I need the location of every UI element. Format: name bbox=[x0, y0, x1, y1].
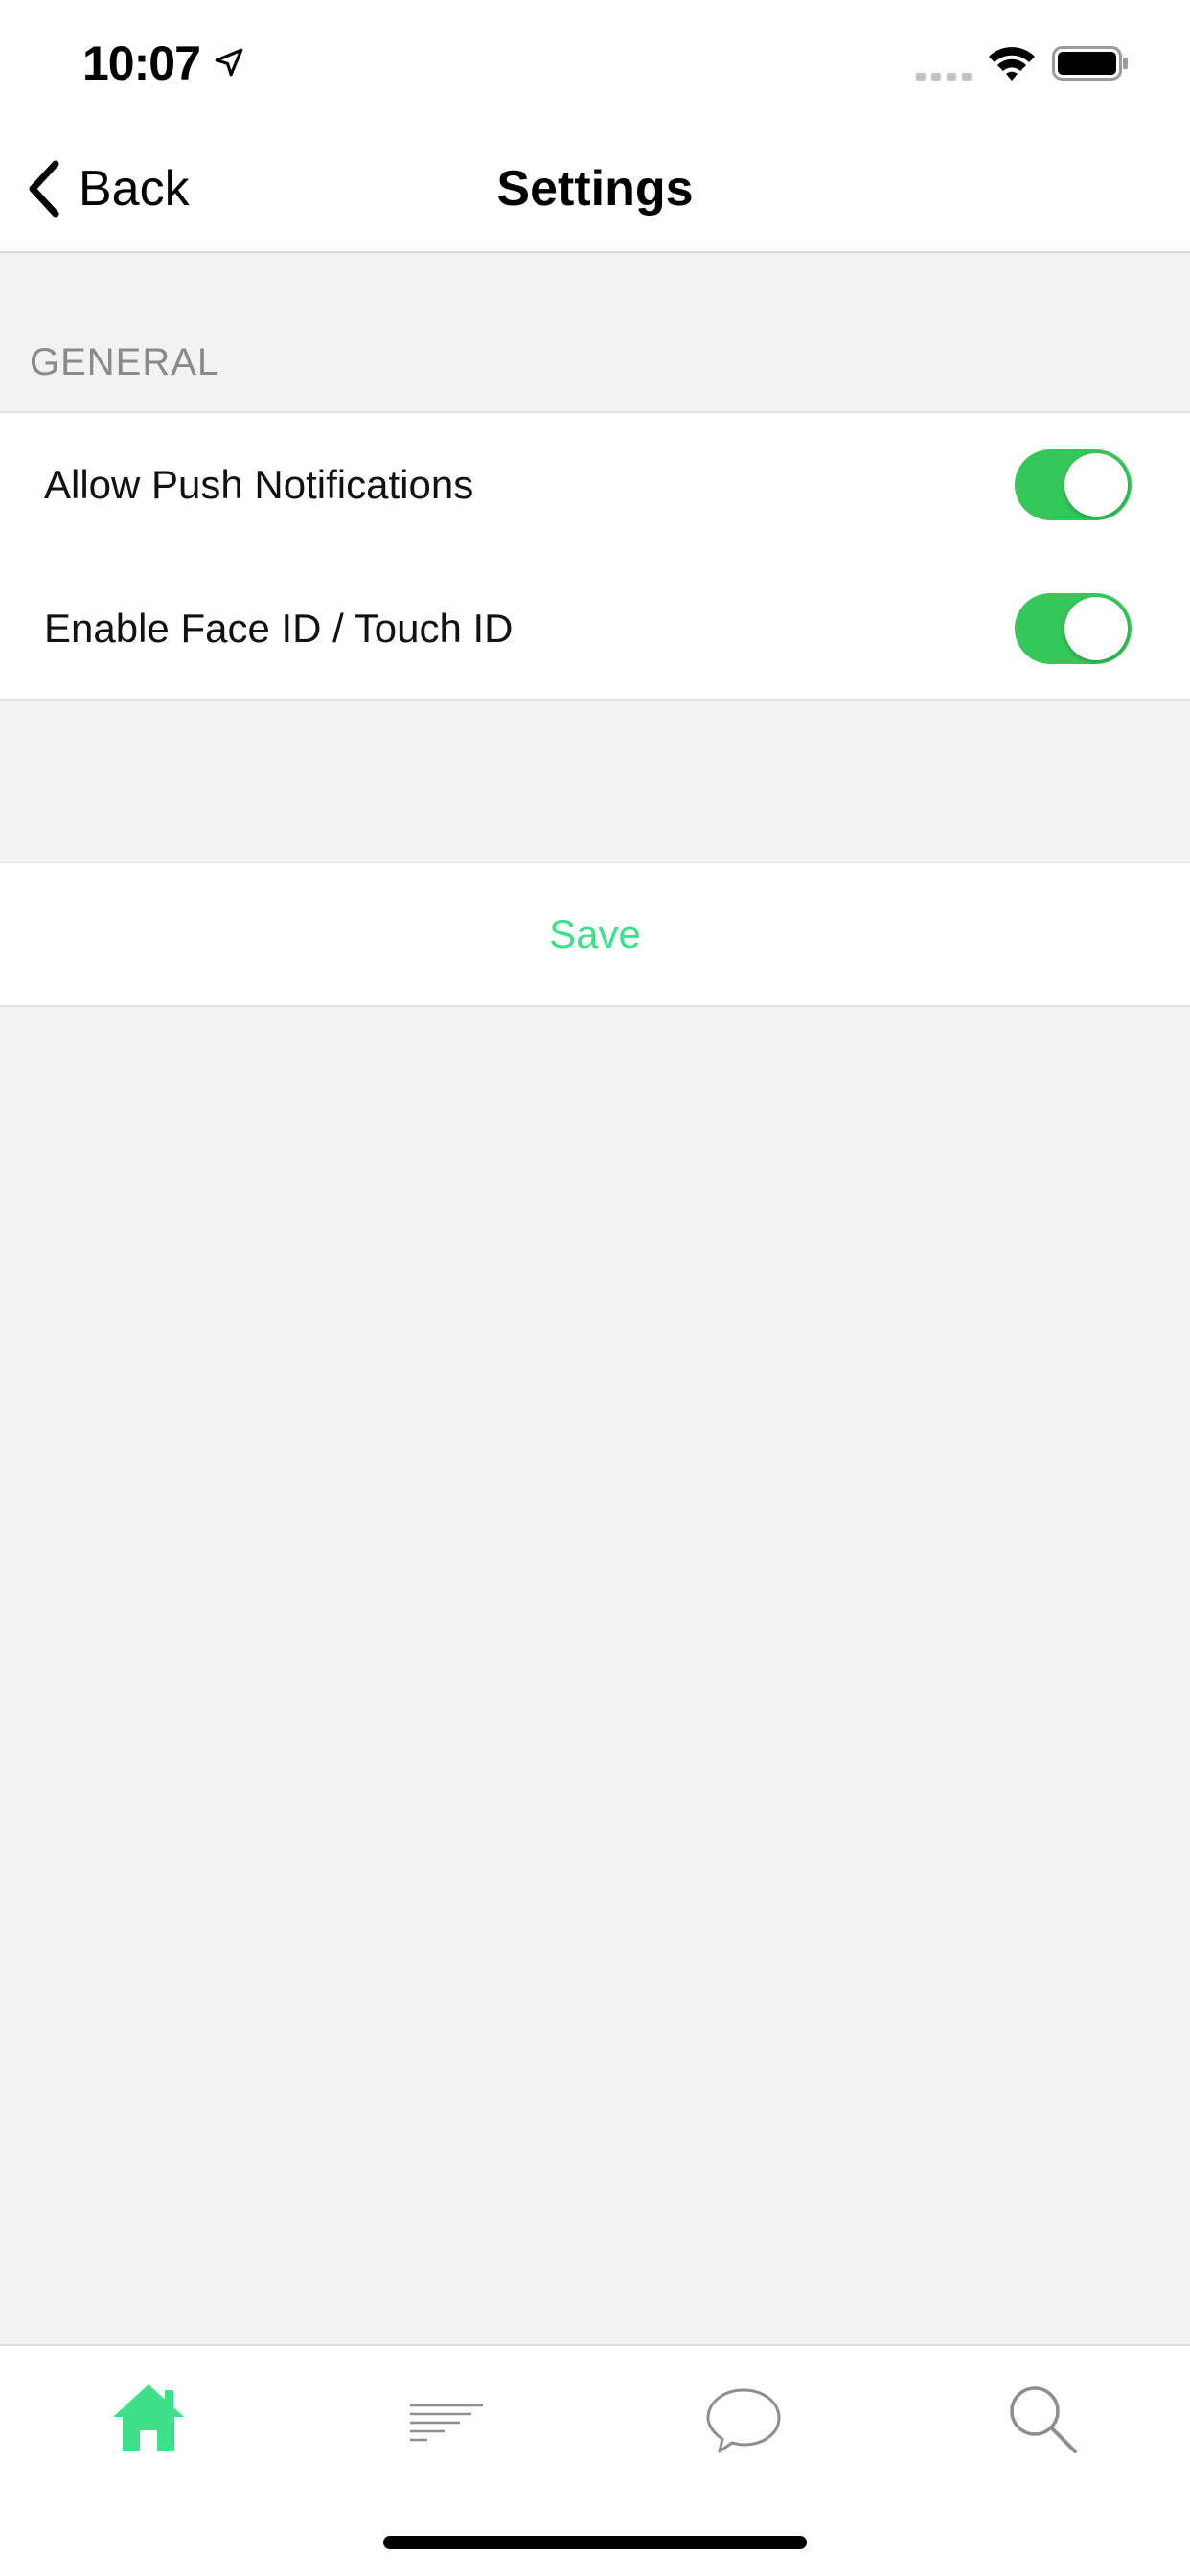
wifi-icon bbox=[989, 47, 1035, 80]
location-arrow-icon bbox=[215, 48, 243, 77]
battery-icon bbox=[1052, 46, 1128, 80]
settings-group: Allow Push Notifications Enable Face ID … bbox=[0, 411, 1190, 701]
toggle-knob bbox=[1064, 597, 1128, 660]
face-id-toggle[interactable] bbox=[1015, 593, 1132, 664]
tab-chat[interactable] bbox=[700, 2375, 787, 2461]
setting-label: Allow Push Notifications bbox=[44, 462, 474, 507]
toggle-knob bbox=[1064, 453, 1128, 517]
navigation-bar: Back Settings bbox=[0, 126, 1190, 253]
setting-label: Enable Face ID / Touch ID bbox=[44, 606, 514, 651]
page-title: Settings bbox=[496, 161, 694, 217]
save-label: Save bbox=[549, 911, 641, 956]
status-bar: 10:07 bbox=[0, 0, 1190, 126]
push-notifications-toggle[interactable] bbox=[1015, 449, 1132, 520]
cellular-signal-icon bbox=[916, 73, 972, 80]
section-header-general: GENERAL bbox=[30, 341, 220, 383]
setting-row-push-notifications: Allow Push Notifications bbox=[0, 413, 1190, 557]
home-icon bbox=[113, 2384, 184, 2451]
setting-row-face-id: Enable Face ID / Touch ID bbox=[0, 557, 1190, 701]
feed-list-icon bbox=[410, 2404, 483, 2442]
tab-home[interactable] bbox=[105, 2375, 192, 2461]
status-time: 10:07 bbox=[82, 36, 201, 90]
chat-bubble-icon bbox=[706, 2388, 781, 2453]
home-indicator[interactable] bbox=[383, 2536, 807, 2549]
search-icon bbox=[1010, 2386, 1077, 2453]
tab-search[interactable] bbox=[998, 2375, 1085, 2461]
save-button[interactable]: Save bbox=[0, 862, 1190, 1007]
tab-feed[interactable] bbox=[402, 2375, 489, 2461]
